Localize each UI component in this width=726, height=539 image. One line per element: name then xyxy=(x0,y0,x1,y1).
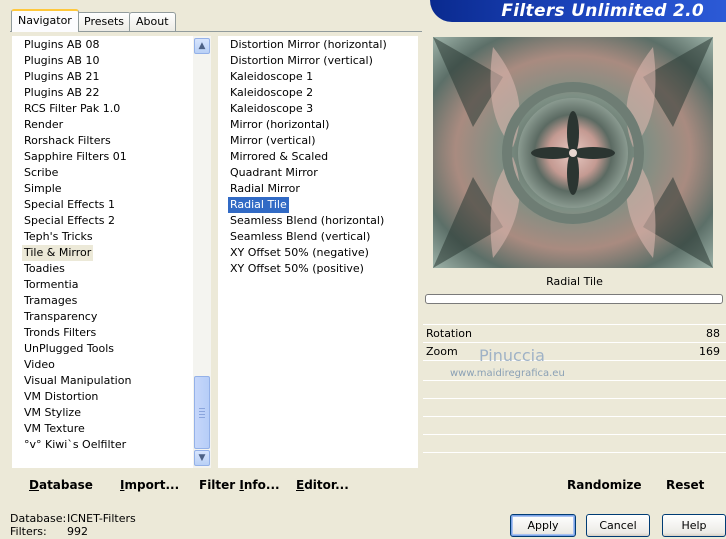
filter-item[interactable]: Mirrored & Scaled xyxy=(228,149,330,165)
filter-info-button[interactable]: Filter Info... xyxy=(199,477,280,493)
category-item[interactable]: Tormentia xyxy=(22,277,80,293)
watermark-name: Pinuccia xyxy=(479,346,545,365)
category-item[interactable]: Plugins AB 21 xyxy=(22,69,101,85)
category-item[interactable]: RCS Filter Pak 1.0 xyxy=(22,101,122,117)
randomize-button[interactable]: Randomize xyxy=(567,477,641,493)
category-item[interactable]: Video xyxy=(22,357,57,373)
progress-bar xyxy=(425,294,723,304)
category-item[interactable]: Plugins AB 10 xyxy=(22,53,101,69)
filter-item[interactable]: Seamless Blend (vertical) xyxy=(228,229,372,245)
app-title: Filters Unlimited 2.0 xyxy=(501,1,704,21)
category-item[interactable]: VM Texture xyxy=(22,421,87,437)
apply-button[interactable]: Apply xyxy=(510,514,576,537)
filter-list[interactable]: Distortion Mirror (horizontal) Distortion… xyxy=(218,36,418,468)
category-item[interactable]: Tramages xyxy=(22,293,79,309)
category-item[interactable]: Tronds Filters xyxy=(22,325,98,341)
filter-item[interactable]: Kaleidoscope 2 xyxy=(228,85,315,101)
category-item[interactable]: Sapphire Filters 01 xyxy=(22,149,129,165)
param-label-zoom: Zoom xyxy=(426,345,458,358)
category-item[interactable]: Plugins AB 08 xyxy=(22,37,101,53)
filter-item[interactable]: Mirror (horizontal) xyxy=(228,117,331,133)
filter-item[interactable]: Distortion Mirror (vertical) xyxy=(228,53,375,69)
category-item[interactable]: Transparency xyxy=(22,309,99,325)
watermark-url: www.maidiregrafica.eu xyxy=(450,368,565,379)
category-item[interactable]: Rorshack Filters xyxy=(22,133,113,149)
category-item[interactable]: Teph's Tricks xyxy=(22,229,95,245)
category-item[interactable]: Render xyxy=(22,117,65,133)
category-item[interactable]: VM Stylize xyxy=(22,405,83,421)
editor-button[interactable]: Editor... xyxy=(296,477,349,493)
category-item[interactable]: °v° Kiwi`s Oelfilter xyxy=(22,437,128,453)
filter-item[interactable]: XY Offset 50% (negative) xyxy=(228,245,371,261)
filters-value: 992 xyxy=(67,525,88,538)
category-item[interactable]: Special Effects 2 xyxy=(22,213,117,229)
category-item[interactable]: VM Distortion xyxy=(22,389,100,405)
category-item[interactable]: Visual Manipulation xyxy=(22,373,133,389)
tab-navigator[interactable]: Navigator xyxy=(11,9,79,32)
tab-about[interactable]: About xyxy=(129,12,176,31)
param-label-rotation: Rotation xyxy=(426,327,473,340)
filters-label: Filters: xyxy=(10,525,47,538)
help-button[interactable]: Help xyxy=(662,514,726,537)
filter-item[interactable]: Kaleidoscope 1 xyxy=(228,69,315,85)
filter-name-label: Radial Tile xyxy=(546,275,603,288)
filter-item[interactable]: Quadrant Mirror xyxy=(228,165,320,181)
import-button[interactable]: Import... xyxy=(120,477,179,493)
scroll-down-button[interactable]: ▼ xyxy=(194,450,210,466)
app-title-banner: Filters Unlimited 2.0 xyxy=(430,0,726,22)
filter-item[interactable]: XY Offset 50% (positive) xyxy=(228,261,366,277)
category-item[interactable]: Plugins AB 22 xyxy=(22,85,101,101)
tab-presets[interactable]: Presets xyxy=(77,12,132,31)
filter-item[interactable]: Mirror (vertical) xyxy=(228,133,318,149)
filter-item[interactable]: Seamless Blend (horizontal) xyxy=(228,213,386,229)
category-item[interactable]: Tile & Mirror xyxy=(22,245,94,261)
scroll-thumb[interactable] xyxy=(194,376,210,449)
param-value-zoom[interactable]: 169 xyxy=(660,344,720,360)
filter-item[interactable]: Distortion Mirror (horizontal) xyxy=(228,37,389,53)
database-button[interactable]: Database xyxy=(29,477,93,493)
filter-item[interactable]: Radial Tile xyxy=(228,197,289,213)
category-item[interactable]: UnPlugged Tools xyxy=(22,341,116,357)
cancel-button[interactable]: Cancel xyxy=(586,514,650,537)
param-value-rotation[interactable]: 88 xyxy=(660,326,720,342)
category-list[interactable]: Plugins AB 08 Plugins AB 10 Plugins AB 21 P… xyxy=(12,36,193,468)
category-item[interactable]: Special Effects 1 xyxy=(22,197,117,213)
scroll-up-button[interactable]: ▲ xyxy=(194,38,210,54)
category-scrollbar[interactable]: ▲ ▼ xyxy=(193,36,211,468)
filter-item[interactable]: Radial Mirror xyxy=(228,181,302,197)
category-item[interactable]: Scribe xyxy=(22,165,60,181)
database-value: ICNET-Filters xyxy=(67,512,136,525)
category-item[interactable]: Toadies xyxy=(22,261,67,277)
database-label: Database: xyxy=(10,512,67,525)
filter-item[interactable]: Kaleidoscope 3 xyxy=(228,101,315,117)
category-item[interactable]: Simple xyxy=(22,181,64,197)
preview-image xyxy=(433,37,713,268)
reset-button[interactable]: Reset xyxy=(666,477,704,493)
